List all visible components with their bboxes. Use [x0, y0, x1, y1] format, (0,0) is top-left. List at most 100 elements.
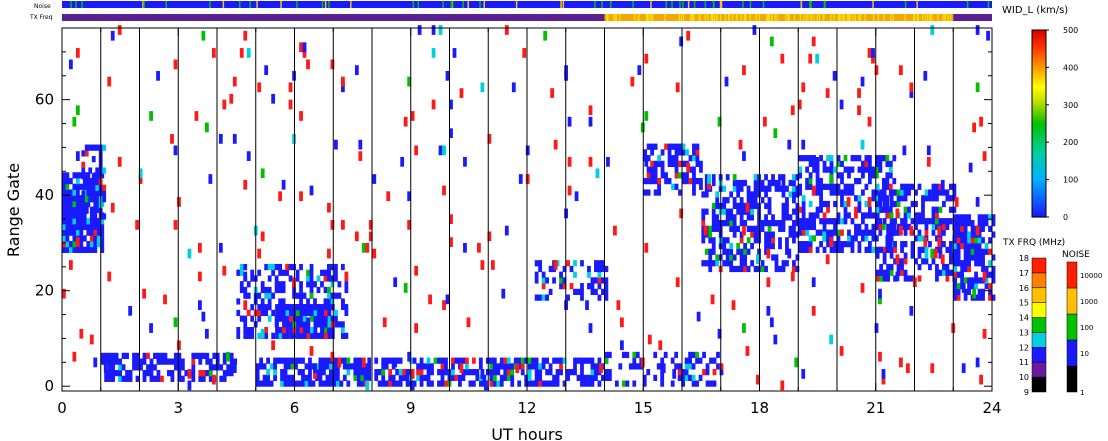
data-cell	[895, 271, 900, 282]
data-cell	[653, 166, 658, 173]
data-cell	[496, 363, 501, 370]
data-cell	[327, 202, 331, 213]
data-cell	[489, 357, 494, 364]
data-cell	[205, 358, 210, 365]
data-cell	[374, 369, 379, 376]
colorbar-noise: NOISE 110100100010000	[1062, 250, 1102, 397]
data-cell	[567, 156, 572, 167]
data-cell	[306, 304, 311, 311]
noise-bar-tick	[417, 1, 420, 8]
data-cell	[330, 315, 335, 322]
data-cell	[341, 321, 345, 328]
data-cell	[342, 363, 347, 370]
data-cell	[465, 363, 469, 370]
data-cell	[320, 315, 325, 322]
data-cell	[653, 351, 658, 359]
data-cell	[330, 275, 335, 282]
data-cell	[308, 374, 312, 381]
noise-bar-tick	[693, 1, 696, 8]
data-cell	[850, 235, 855, 242]
data-cell	[722, 248, 727, 255]
data-cell	[767, 242, 772, 250]
data-cell	[372, 174, 377, 184]
data-cell	[280, 369, 284, 376]
data-cell	[935, 183, 939, 190]
data-cell	[674, 363, 679, 370]
data-cell	[739, 179, 744, 187]
data-cell	[606, 156, 610, 167]
data-cell	[746, 237, 751, 244]
data-cell	[675, 277, 680, 288]
data-cell	[419, 374, 424, 381]
data-cell	[857, 246, 862, 253]
data-cell	[840, 177, 844, 185]
data-cell	[576, 288, 581, 296]
data-cell	[688, 155, 693, 162]
colorbar-noise-cell	[1066, 339, 1078, 367]
data-cell	[86, 229, 91, 236]
txfreq-bar-tick	[637, 14, 639, 21]
data-cell	[236, 269, 241, 276]
data-cell	[921, 200, 925, 208]
data-cell	[93, 212, 98, 219]
txfreq-bar-tick	[848, 14, 850, 21]
data-cell	[885, 160, 890, 168]
data-cell	[960, 214, 965, 221]
data-cell	[886, 212, 890, 219]
data-cell	[678, 172, 682, 179]
data-cell	[889, 263, 894, 271]
data-cell	[299, 281, 303, 288]
data-cell	[545, 369, 549, 376]
data-cell	[405, 380, 410, 387]
data-cell	[861, 172, 865, 179]
data-cell	[766, 248, 771, 259]
data-cell	[981, 214, 985, 221]
data-cell	[829, 189, 834, 196]
data-cell	[692, 189, 696, 196]
data-cell	[569, 369, 574, 376]
data-cell	[688, 363, 692, 370]
data-cell	[984, 265, 989, 273]
data-cell	[635, 351, 640, 359]
data-cell	[289, 332, 293, 339]
data-cell	[65, 195, 70, 202]
data-cell	[201, 311, 206, 322]
data-cell	[771, 237, 775, 244]
data-cell	[868, 229, 872, 236]
data-cell	[857, 88, 861, 98]
data-cell	[218, 134, 223, 144]
data-cell	[243, 315, 248, 322]
data-cell	[780, 53, 785, 64]
data-cell	[555, 380, 560, 387]
data-cell	[296, 304, 300, 311]
data-cell	[963, 277, 968, 284]
data-cell	[711, 174, 716, 181]
data-cell	[778, 237, 782, 244]
data-cell	[857, 105, 861, 116]
data-cell	[843, 166, 848, 173]
data-cell	[857, 177, 862, 185]
data-cell	[684, 357, 689, 364]
data-cell	[788, 225, 793, 232]
data-cell	[198, 271, 202, 282]
data-cell	[232, 134, 237, 144]
data-cell	[857, 166, 862, 173]
data-cell	[266, 357, 270, 364]
data-cell	[953, 237, 958, 244]
txfreq-bar-tick	[931, 14, 933, 21]
data-cell	[416, 374, 420, 381]
data-cell	[458, 374, 462, 381]
data-cell	[854, 206, 858, 213]
data-cell	[644, 53, 649, 64]
data-cell	[173, 59, 178, 70]
data-cell	[587, 283, 591, 290]
data-cell	[320, 326, 325, 334]
data-cell	[260, 168, 265, 179]
data-cell	[287, 357, 291, 364]
data-cell	[573, 369, 577, 376]
noise-bar-tick	[328, 1, 330, 8]
data-cell	[921, 258, 925, 265]
data-cell	[135, 352, 140, 360]
data-cell	[274, 263, 279, 271]
data-cell	[819, 155, 823, 162]
